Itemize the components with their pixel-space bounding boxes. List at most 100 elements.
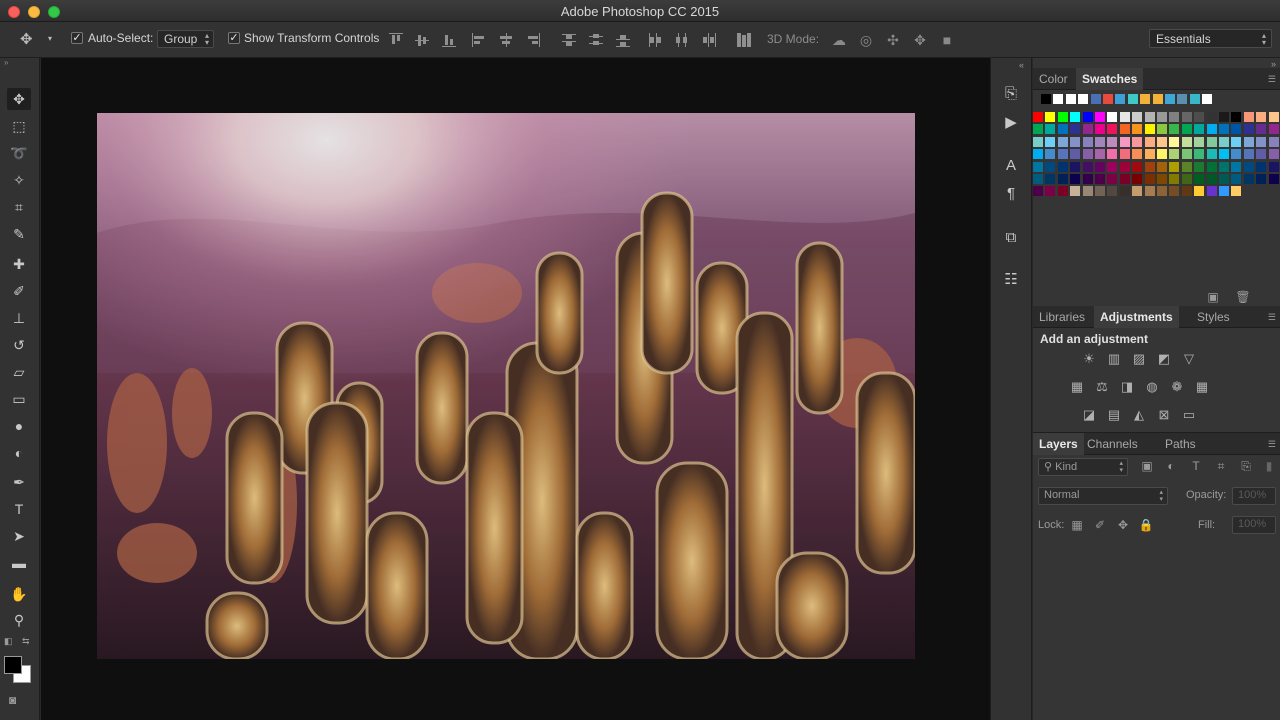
levels-icon[interactable]: ▥ [1105,351,1123,367]
color-swatch[interactable] [1194,136,1205,147]
clone-stamp-tool-icon[interactable]: ⊥ [7,307,31,329]
color-swatch[interactable] [1206,161,1217,172]
color-swatch[interactable] [1070,186,1081,197]
recent-swatch[interactable] [1103,94,1113,104]
character-panel-icon[interactable]: A [1000,155,1022,177]
color-swatch[interactable] [1107,112,1118,122]
hue-saturation-icon[interactable]: ▦ [1068,379,1086,395]
color-swatch[interactable] [1231,124,1242,135]
color-swatch[interactable] [1268,112,1279,122]
color-swatch[interactable] [1033,174,1043,184]
recent-swatch[interactable] [1152,94,1163,104]
distribute-horizontal-centers-icon[interactable] [675,33,689,47]
recent-swatch[interactable] [1053,94,1064,104]
panel-menu-icon[interactable]: ☰ [1268,439,1276,450]
color-swatch[interactable] [1082,124,1093,135]
recent-swatch[interactable] [1189,94,1200,104]
recent-swatch[interactable] [1090,94,1101,104]
color-swatch[interactable] [1206,136,1217,147]
color-swatch[interactable] [1132,112,1143,122]
color-swatch[interactable] [1181,174,1192,184]
color-swatch[interactable] [1194,186,1205,197]
recent-swatch[interactable] [1127,94,1138,104]
vibrance-icon[interactable]: ▽ [1180,351,1198,367]
color-swatch[interactable] [1033,112,1043,122]
recent-swatch[interactable] [1177,94,1188,104]
brightness-icon[interactable]: ☀ [1080,351,1098,367]
posterize-icon[interactable]: ▤ [1105,407,1123,423]
color-swatch[interactable] [1082,112,1093,122]
tool-preset-picker[interactable]: ✥ ▾ [20,30,60,50]
color-swatch[interactable] [1169,149,1180,160]
color-swatch[interactable] [1144,174,1155,184]
color-swatch[interactable] [1033,136,1043,147]
invert-icon[interactable]: ◪ [1080,407,1098,423]
color-swatch[interactable] [1206,174,1217,184]
history-panel-icon[interactable]: ⎘ [1000,83,1022,105]
eyedropper-tool-icon[interactable]: ✎ [7,223,31,245]
distribute-bottom-edges-icon[interactable] [616,33,630,47]
color-swatch[interactable] [1206,112,1217,122]
color-swatch[interactable] [1033,124,1043,135]
move-tool-icon[interactable]: ✥ [7,88,31,110]
clone-source-panel-icon[interactable]: ⧉ [1000,227,1022,249]
panel-menu-icon[interactable]: ☰ [1268,312,1276,323]
color-swatch[interactable] [1243,149,1254,160]
opacity-field[interactable]: 100% [1232,487,1276,505]
color-swatch[interactable] [1045,124,1056,135]
scale-3d-icon[interactable]: ■ [938,32,956,48]
blend-mode-dropdown[interactable]: Normal ▴ ▾ [1038,487,1168,505]
color-swatch[interactable] [1157,161,1167,172]
color-swatch[interactable] [1045,136,1056,147]
color-swatch[interactable] [1144,136,1155,147]
color-balance-icon[interactable]: ⚖ [1093,379,1111,395]
tab-libraries[interactable]: Libraries [1033,306,1091,328]
color-swatch[interactable] [1194,124,1205,135]
magic-wand-tool-icon[interactable]: ✧ [7,169,31,191]
color-swatch[interactable] [1107,124,1118,135]
filter-pixel-icon[interactable]: ▣ [1139,458,1155,474]
color-swatch[interactable] [1231,112,1242,122]
color-swatch[interactable] [1132,174,1143,184]
quick-mask-icon[interactable]: ◙ [9,693,16,707]
color-swatch[interactable] [1095,136,1105,147]
color-swatch[interactable] [1045,161,1056,172]
color-swatch[interactable] [1033,161,1043,172]
color-swatch[interactable] [1206,186,1217,197]
color-swatch[interactable] [1132,124,1143,135]
color-swatch[interactable] [1119,112,1130,122]
lock-all-icon[interactable]: 🔒 [1138,517,1154,533]
color-swatch[interactable] [1107,136,1118,147]
color-swatch[interactable] [1057,124,1068,135]
recent-swatch[interactable] [1065,94,1076,104]
color-swatch[interactable] [1095,186,1105,197]
color-swatch[interactable] [1082,174,1093,184]
color-swatch[interactable] [1231,186,1242,197]
layer-filter-dropdown[interactable]: ⚲ Kind ▴ ▾ [1038,458,1128,476]
color-swatch[interactable] [1057,149,1068,160]
auto-select-dropdown[interactable]: Group ▴ ▾ [157,30,214,48]
color-swatch[interactable] [1057,161,1068,172]
align-bottom-edges-icon[interactable] [442,33,456,47]
color-swatch[interactable] [1070,124,1081,135]
color-swatch[interactable] [1070,136,1081,147]
blur-tool-icon[interactable]: ● [7,415,31,437]
crop-tool-icon[interactable]: ⌗ [7,196,31,218]
color-swatch[interactable] [1057,186,1068,197]
color-swatch[interactable] [1181,124,1192,135]
slide-3d-icon[interactable]: ✥ [911,32,929,48]
filter-toggle-icon[interactable]: ▮ [1261,458,1277,474]
tab-swatches[interactable]: Swatches [1076,68,1144,90]
color-swatch[interactable] [1119,136,1130,147]
path-selection-tool-icon[interactable]: ➤ [7,525,31,547]
color-swatch[interactable] [1119,149,1130,160]
brush-tool-icon[interactable]: ✐ [7,280,31,302]
pan-3d-icon[interactable]: ✣ [884,32,902,48]
distribute-right-edges-icon[interactable] [702,33,716,47]
color-swatch[interactable] [1169,174,1180,184]
recent-swatch[interactable] [1165,94,1175,104]
expand-panel-icon[interactable]: » [0,58,40,68]
document-canvas[interactable] [41,58,990,720]
color-swatch[interactable] [1095,174,1105,184]
color-swatch[interactable] [1219,124,1229,135]
